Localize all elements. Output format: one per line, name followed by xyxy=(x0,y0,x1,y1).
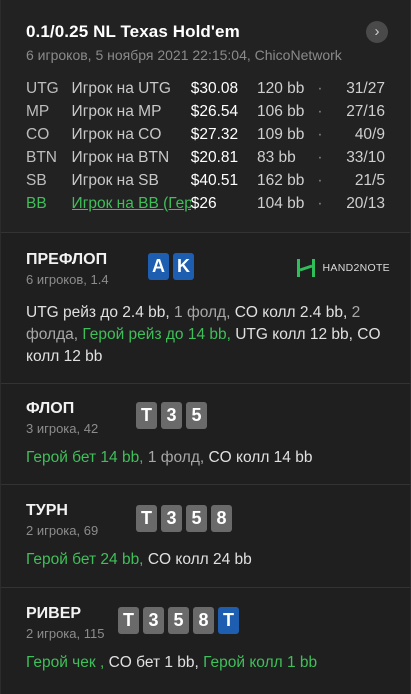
player-stack: $26.54 xyxy=(190,102,239,120)
player-position: MP xyxy=(26,102,50,120)
player-position: CO xyxy=(26,125,50,143)
hand2note-icon xyxy=(296,259,315,277)
river-section: РИВЕР 2 игрока, 115 T358T Герой чек , CO… xyxy=(1,588,410,688)
player-action: UTG рейз до 2.4 bb, xyxy=(26,304,175,321)
player-stack: $27.32 xyxy=(190,125,239,143)
flop-actions: Герой бет 14 bb, 1 фолд, CO колл 14 bb xyxy=(26,447,385,469)
player-stats: 31/27 xyxy=(346,79,385,97)
board-card: 5 xyxy=(186,402,207,429)
board-card: T xyxy=(118,607,139,634)
player-action: CO бет 1 bb, xyxy=(108,654,204,671)
player-stack-bb: 109 bb xyxy=(256,125,305,143)
board-card: 3 xyxy=(161,505,182,532)
player-row: BTN Игрок на BTN $20.81 83 bb · 33/10 xyxy=(26,146,385,169)
stats-separator: · xyxy=(317,79,323,97)
player-name[interactable]: Игрок на SB xyxy=(72,172,191,190)
player-action: CO колл 24 bb xyxy=(147,551,252,568)
hole-card: A xyxy=(148,253,169,280)
hand-title: 0.1/0.25 NL Texas Hold'em xyxy=(26,22,240,41)
player-stack: $26 xyxy=(190,194,217,212)
hero-action: Герой колл 1 bb xyxy=(203,654,318,671)
board-card: T xyxy=(218,607,239,634)
turn-actions: Герой бет 24 bb, CO колл 24 bb xyxy=(26,549,385,571)
hand-header: 0.1/0.25 NL Texas Hold'em 6 игроков, 5 н… xyxy=(1,0,410,232)
player-row: BB Игрок на BB (Герой)$26 104 bb · 20/13 xyxy=(26,192,385,215)
player-stack: $20.81 xyxy=(190,148,239,166)
stats-separator: · xyxy=(317,194,323,212)
player-stats: 20/13 xyxy=(346,194,385,212)
player-stack-bb: 120 bb xyxy=(256,79,305,97)
board-card: 5 xyxy=(168,607,189,634)
player-name[interactable]: Игрок на BTN xyxy=(72,149,191,167)
player-action: CO колл 2.4 bb, xyxy=(234,304,352,321)
player-stack: $40.51 xyxy=(190,171,239,189)
hand2note-logo: HAND2NOTE xyxy=(295,257,390,279)
board-card: 8 xyxy=(211,505,232,532)
stats-separator: · xyxy=(317,102,323,120)
board-card: 5 xyxy=(186,505,207,532)
hero-action: Герой бет 14 bb, xyxy=(26,449,148,466)
hero-action: Герой чек , xyxy=(26,654,109,671)
player-row: CO Игрок на CO $27.32 109 bb · 40/9 xyxy=(26,123,385,146)
player-stack-bb: 106 bb xyxy=(256,102,305,120)
player-stack-bb: 162 bb xyxy=(256,171,305,189)
player-name[interactable]: Игрок на UTG xyxy=(72,80,191,98)
player-name[interactable]: Игрок на BB (Герой) xyxy=(72,195,191,213)
player-row: UTG Игрок на UTG $30.08 120 bb · 31/27 xyxy=(26,77,385,100)
player-stack-bb: 104 bb xyxy=(256,194,305,212)
board-card: T xyxy=(136,505,157,532)
player-position: BTN xyxy=(26,148,57,166)
stats-separator: · xyxy=(317,171,323,189)
turn-section: ТУРН 2 игрока, 69 T358 Герой бет 24 bb, … xyxy=(1,485,410,587)
flop-section: ФЛОП 3 игрока, 42 T35 Герой бет 14 bb, 1… xyxy=(1,384,410,484)
board-card: 8 xyxy=(193,607,214,634)
player-stats: 21/5 xyxy=(354,171,385,189)
preflop-actions: UTG рейз до 2.4 bb, 1 фолд, CO колл 2.4 … xyxy=(26,302,385,368)
player-position: UTG xyxy=(26,79,59,97)
logo-text: HAND2NOTE xyxy=(322,262,390,274)
player-row: SB Игрок на SB $40.51 162 bb · 21/5 xyxy=(26,169,385,192)
hand-history-panel: 0.1/0.25 NL Texas Hold'em 6 игроков, 5 н… xyxy=(0,0,411,694)
player-name[interactable]: Игрок на MP xyxy=(72,103,191,121)
player-stack-bb: 83 bb xyxy=(256,148,296,166)
player-row: MP Игрок на MP $26.54 106 bb · 27/16 xyxy=(26,100,385,123)
board-card: T xyxy=(136,402,157,429)
preflop-section: ПРЕФЛОП 6 игроков, 1.4 A K HAND2NOTE UTG… xyxy=(1,233,410,383)
stats-separator: · xyxy=(317,125,323,143)
river-cards: T358T xyxy=(118,607,239,634)
turn-cards: T358 xyxy=(136,505,232,532)
hand-subtitle: 6 игроков, 5 ноября 2021 22:15:04, Chico… xyxy=(26,47,342,63)
player-stats: 33/10 xyxy=(346,148,385,166)
players-table: UTG Игрок на UTG $30.08 120 bb · 31/27 MP Игрок… xyxy=(26,77,385,215)
next-hand-button[interactable]: › xyxy=(366,21,388,43)
player-position: BB xyxy=(26,194,47,212)
player-stack: $30.08 xyxy=(190,79,239,97)
flop-cards: T35 xyxy=(136,402,207,429)
river-actions: Герой чек , CO бет 1 bb, Герой колл 1 bb xyxy=(26,652,385,674)
player-action: 1 фолд, xyxy=(147,449,209,466)
stats-separator: · xyxy=(317,148,323,166)
hole-card: K xyxy=(173,253,194,280)
player-stats: 40/9 xyxy=(354,125,385,143)
player-name[interactable]: Игрок на CO xyxy=(72,126,191,144)
board-card: 3 xyxy=(161,402,182,429)
hero-action: Герой рейз до 14 bb, xyxy=(82,326,236,343)
player-action: CO колл 14 bb xyxy=(208,449,313,466)
player-position: SB xyxy=(26,171,47,189)
hero-hole-cards: A K xyxy=(148,253,194,280)
player-stats: 27/16 xyxy=(346,102,385,120)
hero-action: Герой бет 24 bb, xyxy=(26,551,148,568)
player-action: 1 фолд, xyxy=(174,304,235,321)
board-card: 3 xyxy=(143,607,164,634)
chevron-right-icon: › xyxy=(374,23,380,40)
